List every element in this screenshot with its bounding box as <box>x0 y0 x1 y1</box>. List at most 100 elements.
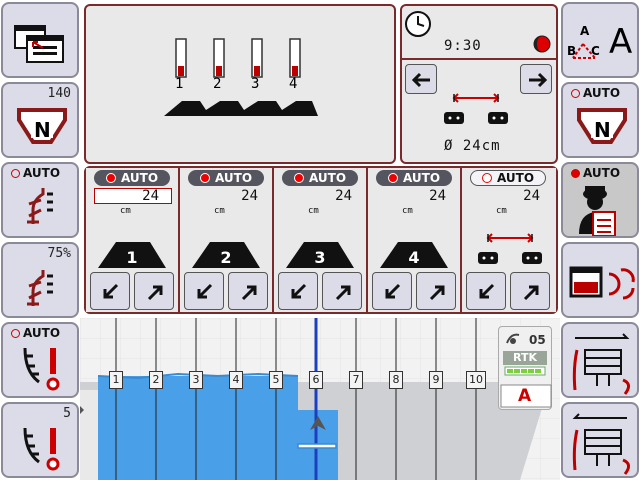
section-depth-input[interactable]: 24 <box>94 188 172 204</box>
section-1: AUTO 24 cm 1 <box>86 168 180 312</box>
field-letter-large: A <box>609 22 633 62</box>
section-number: 4 <box>408 248 420 267</box>
arrow-down-left-icon <box>479 283 495 299</box>
section-4: AUTO 24 cm 4 <box>368 168 462 312</box>
row-spacing-icon <box>444 93 508 124</box>
field-map[interactable]: 1 2 3 4 5 6 7 8 9 10 <box>80 318 560 480</box>
section-number: 1 <box>126 248 138 267</box>
boom-auto-button[interactable]: AUTO <box>1 162 79 238</box>
arrow-up-right-icon <box>241 285 257 301</box>
decrease-spacing-button[interactable] <box>405 64 437 94</box>
spacing-decrease-button[interactable] <box>466 272 506 310</box>
headland-turn-right-icon <box>572 333 630 395</box>
section-unit: cm <box>214 206 225 216</box>
plant-diameter: Ø 24cm <box>444 138 501 154</box>
point-b-label: B <box>567 44 577 58</box>
hopper-refill-button[interactable] <box>561 242 639 318</box>
boom-height-icon <box>27 188 53 224</box>
warning-value-button[interactable]: 5 <box>1 402 79 478</box>
clock-icon <box>405 11 431 37</box>
row-spacing-icon <box>478 233 542 264</box>
arrow-down-left-icon <box>197 283 213 299</box>
arrow-up-right-icon <box>335 285 351 301</box>
arrow-up-right-icon <box>147 285 163 301</box>
row-marker: 10 <box>466 371 486 389</box>
section-auto-button[interactable]: AUTO <box>282 170 358 186</box>
row-marker: 5 <box>269 371 283 389</box>
boom-warning-icon <box>23 427 60 471</box>
section-raise-button[interactable] <box>322 272 362 310</box>
section-raise-button[interactable] <box>228 272 268 310</box>
row-marker: 4 <box>229 371 243 389</box>
auto-label: AUTO <box>308 171 347 185</box>
rate-n-letter: N <box>594 118 611 142</box>
section-depth-value[interactable]: 24 <box>274 188 352 204</box>
spacing-increase-button[interactable] <box>510 272 550 310</box>
section-auto-button[interactable]: AUTO <box>94 170 170 186</box>
auto-label: AUTO <box>120 171 159 185</box>
section-raise-button[interactable] <box>134 272 174 310</box>
section-number: 3 <box>314 248 326 267</box>
refill-cycle-icon <box>569 266 635 300</box>
warning-auto-button[interactable]: AUTO <box>1 322 79 398</box>
spacing-value[interactable]: 24 <box>462 188 540 204</box>
gps-mode: RTK <box>513 351 538 364</box>
row-marker: 1 <box>109 371 123 389</box>
section-unit: cm <box>496 206 507 216</box>
section-depth-value[interactable]: 24 <box>180 188 258 204</box>
section-auto-button[interactable]: AUTO <box>188 170 264 186</box>
auto-label: AUTO <box>214 171 253 185</box>
headland-left-button[interactable] <box>561 402 639 478</box>
section-unit: cm <box>120 206 131 216</box>
increase-spacing-button[interactable] <box>520 64 552 94</box>
arrow-down-left-icon <box>103 283 119 299</box>
section-auto-button[interactable]: AUTO <box>376 170 452 186</box>
section-raise-button[interactable] <box>416 272 456 310</box>
section-lower-button[interactable] <box>184 272 224 310</box>
point-c-label: C <box>591 44 600 58</box>
section-overview-button[interactable] <box>1 2 79 78</box>
gps-status-widget[interactable]: 05 RTK A <box>498 326 552 410</box>
arrow-down-left-icon <box>291 283 307 299</box>
auto-label: AUTO <box>402 171 441 185</box>
section-depth-value[interactable]: 24 <box>368 188 446 204</box>
status-dot <box>105 173 116 183</box>
row-marker: 2 <box>149 371 163 389</box>
auto-label: AUTO <box>496 171 535 185</box>
point-a-label: A <box>580 24 590 38</box>
moon-icon <box>533 35 551 53</box>
section-3: AUTO 24 cm 3 <box>274 168 368 312</box>
rate-n-button[interactable]: 140 N <box>1 82 79 158</box>
operator-auto-button[interactable]: AUTO <box>561 162 639 238</box>
section-unit: cm <box>308 206 319 216</box>
row-marker: 6 <box>309 371 323 389</box>
clock-time: 9:30 <box>444 38 482 54</box>
rate-n-letter: N <box>34 118 51 142</box>
applicator-diagram <box>164 38 318 116</box>
satellite-count: 05 <box>529 333 546 347</box>
section-lower-button[interactable] <box>278 272 318 310</box>
rate-n-auto-button[interactable]: AUTO N <box>561 82 639 158</box>
section-lower-button[interactable] <box>90 272 130 310</box>
headland-right-button[interactable] <box>561 322 639 398</box>
status-dot <box>199 173 210 183</box>
boom-height-icon <box>27 270 53 306</box>
arrow-up-right-icon <box>523 285 539 301</box>
arrow-left-icon <box>411 72 430 88</box>
spacing-auto-button[interactable]: AUTO <box>470 170 546 186</box>
field-canvas <box>80 318 560 480</box>
section-lower-button[interactable] <box>372 272 412 310</box>
arrow-right-icon <box>529 72 548 88</box>
status-dot <box>387 173 398 183</box>
windows-icon <box>14 25 64 63</box>
row-marker: 8 <box>389 371 403 389</box>
row-number: 4 <box>289 76 298 92</box>
abc-line-button[interactable]: A B C A <box>561 2 639 78</box>
section-unit: cm <box>402 206 413 216</box>
row-number: 2 <box>213 76 222 92</box>
row-number: 3 <box>251 76 260 92</box>
row-marker: 9 <box>429 371 443 389</box>
section-number: 2 <box>220 248 232 267</box>
boom-percent-button[interactable]: 75% <box>1 242 79 318</box>
arrow-down-left-icon <box>385 283 401 299</box>
